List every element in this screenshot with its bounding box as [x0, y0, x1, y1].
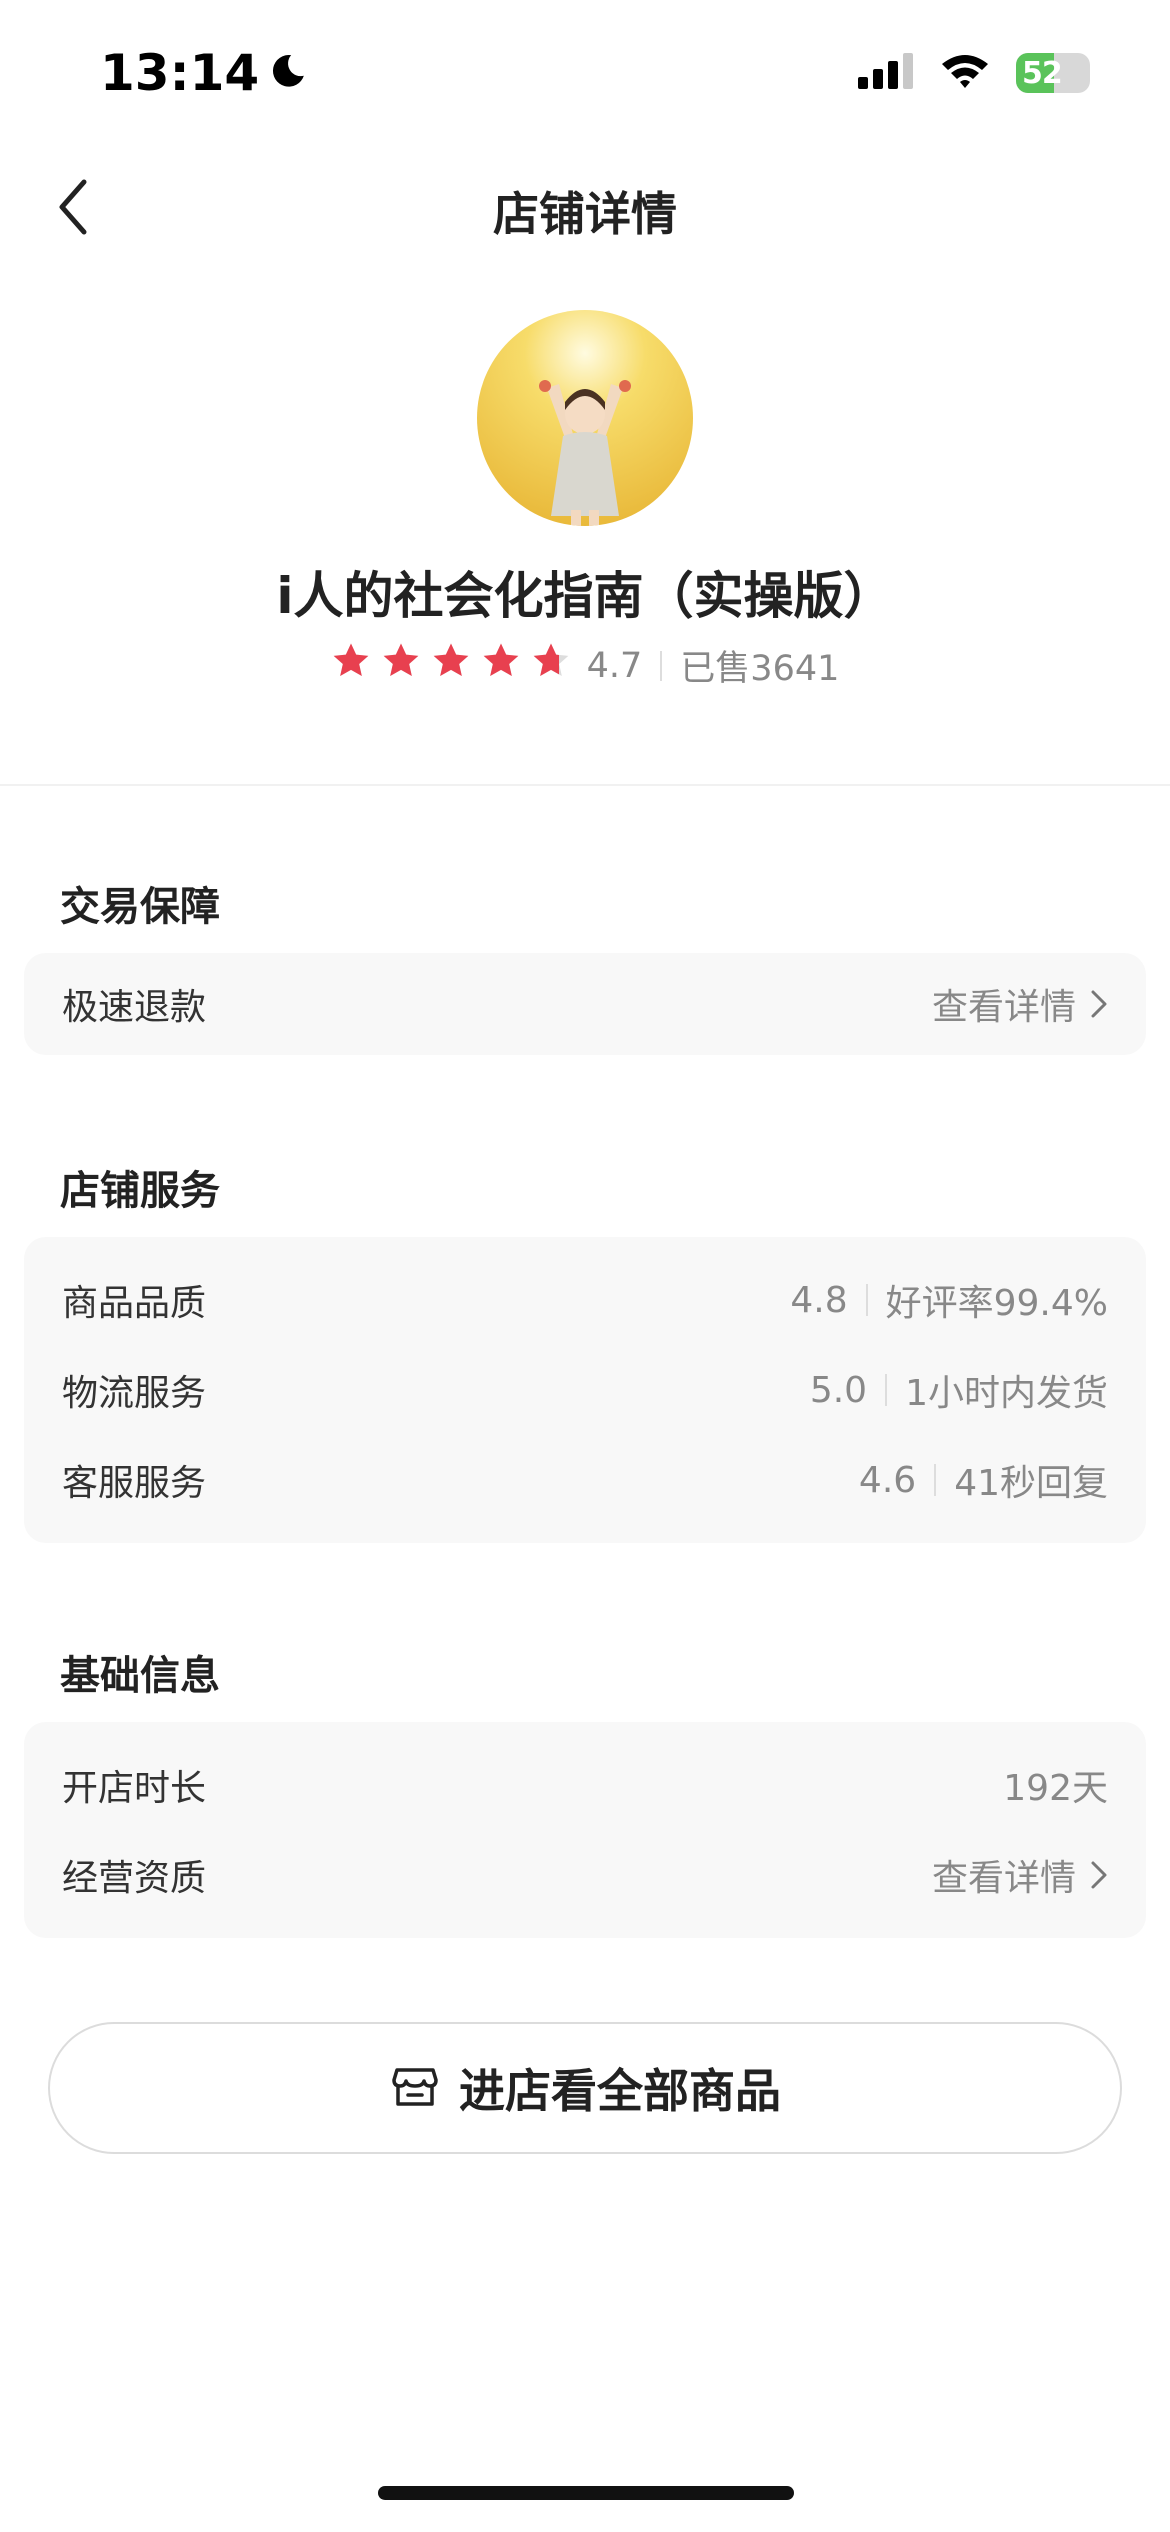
row-label: 物流服务 — [62, 1373, 207, 1414]
row-value: 192天 — [1003, 1768, 1108, 1809]
rating-score: 4.7 — [586, 645, 643, 686]
chevron-right-icon — [1090, 989, 1108, 1019]
star-icon — [331, 641, 371, 690]
star-icon — [531, 641, 571, 690]
detail: 好评率99.4% — [885, 1283, 1108, 1324]
separator — [885, 1374, 888, 1406]
shop-name: i人的社会化指南（实操版） — [276, 567, 894, 625]
row-fast-refund[interactable]: 极速退款 查看详情 — [62, 959, 1108, 1049]
detail: 41秒回复 — [954, 1463, 1108, 1504]
view-details-text: 查看详情 — [931, 987, 1076, 1028]
separator — [865, 1284, 868, 1316]
chevron-right-icon — [1090, 1860, 1108, 1890]
row-label: 客服服务 — [62, 1463, 207, 1504]
trade-guarantee-card: 极速退款 查看详情 — [24, 953, 1146, 1055]
signal-icon — [858, 53, 914, 93]
status-time-text: 13:14 — [100, 44, 260, 102]
view-details-text: 查看详情 — [931, 1858, 1076, 1899]
separator — [660, 650, 663, 681]
row-label: 商品品质 — [62, 1283, 207, 1324]
enter-store-label: 进店看全部商品 — [459, 2064, 781, 2118]
detail: 1小时内发货 — [905, 1373, 1108, 1414]
page-title: 店铺详情 — [493, 187, 677, 241]
battery-level-text: 52 — [1022, 55, 1063, 91]
sold-count: 已售3641 — [680, 649, 840, 689]
battery-indicator: 52 — [1016, 53, 1090, 93]
store-service-card: 商品品质 4.8 好评率99.4% 物流服务 5.0 1小时内发货 客服服务 4… — [24, 1237, 1146, 1543]
moon-icon — [269, 44, 307, 102]
score: 4.6 — [858, 1459, 917, 1501]
row-label: 极速退款 — [62, 987, 207, 1028]
view-details-link[interactable]: 查看详情 — [932, 978, 1108, 1030]
shop-rating: 4.7 已售3641 — [0, 640, 1170, 691]
score: 5.0 — [809, 1369, 868, 1411]
wifi-icon — [940, 52, 990, 94]
score: 4.8 — [790, 1279, 848, 1321]
row-business-qualification[interactable]: 经营资质 查看详情 — [62, 1830, 1108, 1920]
view-details-link[interactable]: 查看详情 — [932, 1849, 1108, 1901]
star-icon — [481, 641, 521, 690]
row-label: 开店时长 — [62, 1768, 207, 1809]
status-time: 13:14 — [100, 44, 307, 102]
star-icon — [381, 641, 421, 690]
row-value: 5.0 1小时内发货 — [810, 1364, 1108, 1416]
row-label: 经营资质 — [62, 1858, 207, 1899]
row-store-age: 开店时长 192天 — [62, 1740, 1108, 1830]
row-value: 4.6 41秒回复 — [859, 1454, 1108, 1506]
basic-info-card: 开店时长 192天 经营资质 查看详情 — [24, 1722, 1146, 1938]
row-product-quality: 商品品质 4.8 好评率99.4% — [62, 1255, 1108, 1345]
rating-stars — [331, 641, 571, 690]
section-title-store-service: 店铺服务 — [60, 1168, 220, 1214]
section-title-trade-guarantee: 交易保障 — [60, 884, 220, 930]
separator — [934, 1464, 937, 1496]
status-indicators: 52 — [858, 52, 1090, 94]
star-icon — [431, 641, 471, 690]
row-logistics-service: 物流服务 5.0 1小时内发货 — [62, 1345, 1108, 1435]
section-title-basic-info: 基础信息 — [60, 1653, 220, 1699]
header-divider — [0, 784, 1170, 786]
home-indicator[interactable] — [378, 2486, 794, 2500]
store-icon — [389, 2060, 441, 2116]
enter-store-button[interactable]: 进店看全部商品 — [48, 2022, 1122, 2154]
shop-avatar — [477, 310, 693, 526]
row-value: 4.8 好评率99.4% — [790, 1274, 1108, 1326]
row-customer-service: 客服服务 4.6 41秒回复 — [62, 1435, 1108, 1525]
